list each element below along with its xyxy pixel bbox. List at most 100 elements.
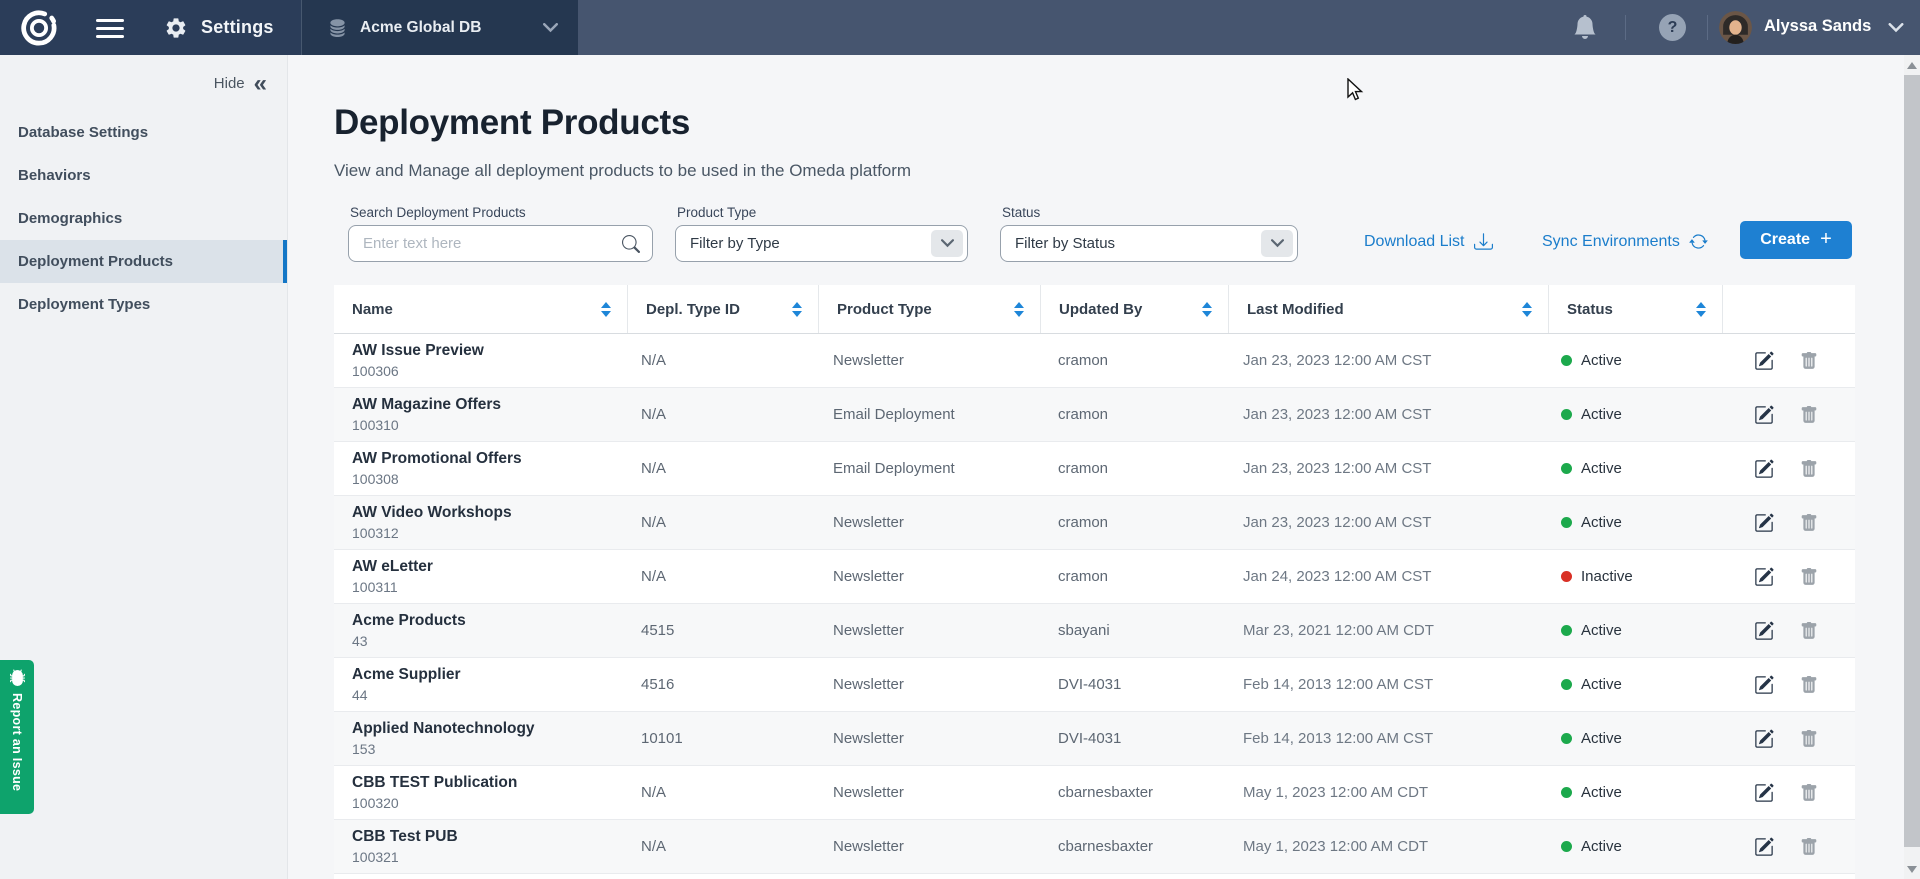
sidebar-item[interactable]: Demographics bbox=[0, 197, 287, 240]
database-selector[interactable]: Acme Global DB bbox=[301, 0, 578, 55]
delete-button[interactable] bbox=[1800, 459, 1818, 479]
column-header-depl-type-id[interactable]: Depl. Type ID bbox=[627, 285, 818, 333]
delete-button[interactable] bbox=[1800, 567, 1818, 587]
notifications-bell-icon[interactable] bbox=[1573, 15, 1597, 39]
scroll-up-arrow[interactable] bbox=[1907, 62, 1917, 69]
table-row: AW eLetter 100311 N/A Newsletter cramon … bbox=[334, 550, 1855, 604]
create-label: Create bbox=[1760, 231, 1810, 249]
edit-button[interactable] bbox=[1754, 729, 1774, 749]
product-type-select[interactable]: Filter by Type bbox=[675, 225, 968, 262]
product-name[interactable]: CBB Test PUB bbox=[352, 828, 627, 846]
sync-environments-link[interactable]: Sync Environments bbox=[1542, 232, 1708, 251]
table-header: Name Depl. Type ID Product Type Updated … bbox=[334, 285, 1855, 334]
cell-name: AW Issue Preview 100306 bbox=[334, 342, 627, 379]
delete-button[interactable] bbox=[1800, 405, 1818, 425]
sort-icon[interactable] bbox=[1014, 302, 1024, 317]
cell-product-type: Newsletter bbox=[818, 568, 1040, 585]
edit-pencil-icon bbox=[1754, 567, 1774, 587]
edit-button[interactable] bbox=[1754, 567, 1774, 587]
scrollbar-thumb[interactable] bbox=[1904, 75, 1920, 847]
edit-button[interactable] bbox=[1754, 459, 1774, 479]
column-header-product-type[interactable]: Product Type bbox=[818, 285, 1040, 333]
cell-product-type: Newsletter bbox=[818, 784, 1040, 801]
search-input[interactable] bbox=[363, 235, 622, 252]
cell-last-modified: Feb 14, 2013 12:00 AM CST bbox=[1228, 730, 1548, 747]
edit-button[interactable] bbox=[1754, 675, 1774, 695]
hide-sidebar-button[interactable]: Hide « bbox=[214, 75, 267, 92]
sidebar-item[interactable]: Deployment Types bbox=[0, 283, 287, 326]
table-row: AW Promotional Offers 100308 N/A Email D… bbox=[334, 442, 1855, 496]
help-icon[interactable]: ? bbox=[1659, 14, 1686, 41]
sidebar-item[interactable]: Database Settings bbox=[0, 111, 287, 154]
delete-button[interactable] bbox=[1800, 513, 1818, 533]
report-issue-tab[interactable]: Report an Issue bbox=[0, 660, 34, 814]
sort-icon[interactable] bbox=[792, 302, 802, 317]
delete-button[interactable] bbox=[1800, 351, 1818, 371]
edit-button[interactable] bbox=[1754, 405, 1774, 425]
product-name[interactable]: CBB TEST Publication bbox=[352, 774, 627, 792]
download-list-link[interactable]: Download List bbox=[1364, 232, 1493, 251]
sidebar-item[interactable]: Deployment Products bbox=[0, 240, 287, 283]
product-name[interactable]: Acme Products bbox=[352, 612, 627, 630]
delete-button[interactable] bbox=[1800, 675, 1818, 695]
cell-product-type: Newsletter bbox=[818, 352, 1040, 369]
cell-product-type: Newsletter bbox=[818, 838, 1040, 855]
table-row: CBB TEST Publication 100320 N/A Newslett… bbox=[334, 766, 1855, 820]
column-header-name[interactable]: Name bbox=[334, 285, 627, 333]
edit-button[interactable] bbox=[1754, 783, 1774, 803]
column-header-updated-by[interactable]: Updated By bbox=[1040, 285, 1228, 333]
delete-button[interactable] bbox=[1800, 837, 1818, 857]
menu-icon[interactable] bbox=[96, 19, 124, 43]
trash-icon bbox=[1800, 729, 1818, 749]
table-row: AW Magazine Offers 100310 N/A Email Depl… bbox=[334, 388, 1855, 442]
user-name[interactable]: Alyssa Sands bbox=[1764, 17, 1871, 36]
status-label: Active bbox=[1581, 622, 1622, 639]
delete-button[interactable] bbox=[1800, 783, 1818, 803]
cell-last-modified: May 1, 2023 12:00 AM CDT bbox=[1228, 838, 1548, 855]
status-dot bbox=[1561, 679, 1572, 690]
trash-icon bbox=[1800, 783, 1818, 803]
avatar[interactable] bbox=[1719, 11, 1752, 44]
product-name[interactable]: AW Promotional Offers bbox=[352, 450, 627, 468]
product-name[interactable]: AW eLetter bbox=[352, 558, 627, 576]
settings-nav[interactable]: Settings bbox=[164, 0, 274, 55]
scroll-down-arrow[interactable] bbox=[1907, 866, 1917, 873]
delete-button[interactable] bbox=[1800, 621, 1818, 641]
product-name[interactable]: AW Magazine Offers bbox=[352, 396, 627, 414]
edit-button[interactable] bbox=[1754, 621, 1774, 641]
product-name[interactable]: AW Video Workshops bbox=[352, 504, 627, 522]
cell-actions bbox=[1722, 675, 1855, 695]
edit-button[interactable] bbox=[1754, 351, 1774, 371]
status-filter-value: Filter by Status bbox=[1015, 235, 1115, 252]
user-menu-chevron-icon[interactable] bbox=[1888, 23, 1904, 33]
status-dot bbox=[1561, 787, 1572, 798]
trash-icon bbox=[1800, 621, 1818, 641]
cell-actions bbox=[1722, 783, 1855, 803]
edit-button[interactable] bbox=[1754, 837, 1774, 857]
cell-name: AW Promotional Offers 100308 bbox=[334, 450, 627, 487]
cell-depl-type-id: 10101 bbox=[627, 730, 818, 747]
sidebar-item[interactable]: Behaviors bbox=[0, 154, 287, 197]
sort-icon[interactable] bbox=[1522, 302, 1532, 317]
column-header-status[interactable]: Status bbox=[1548, 285, 1722, 333]
cell-status: Active bbox=[1548, 622, 1722, 639]
cell-actions bbox=[1722, 351, 1855, 371]
product-name[interactable]: Applied Nanotechnology bbox=[352, 720, 627, 738]
product-name[interactable]: AW Issue Preview bbox=[352, 342, 627, 360]
cell-updated-by: cramon bbox=[1040, 568, 1228, 585]
column-header-last-modified[interactable]: Last Modified bbox=[1228, 285, 1548, 333]
sort-icon[interactable] bbox=[601, 302, 611, 317]
sort-icon[interactable] bbox=[1696, 302, 1706, 317]
sort-icon[interactable] bbox=[1202, 302, 1212, 317]
plus-icon: + bbox=[1820, 228, 1832, 251]
table-row: CBB Test PUB 100321 N/A Newsletter cbarn… bbox=[334, 820, 1855, 874]
search-icon[interactable] bbox=[622, 235, 640, 253]
status-select[interactable]: Filter by Status bbox=[1000, 225, 1298, 262]
page-title: Deployment Products bbox=[334, 103, 690, 143]
delete-button[interactable] bbox=[1800, 729, 1818, 749]
cell-status: Active bbox=[1548, 514, 1722, 531]
omeda-logo-icon[interactable] bbox=[20, 9, 58, 47]
edit-button[interactable] bbox=[1754, 513, 1774, 533]
product-name[interactable]: Acme Supplier bbox=[352, 666, 627, 684]
create-button[interactable]: Create + bbox=[1740, 221, 1852, 259]
